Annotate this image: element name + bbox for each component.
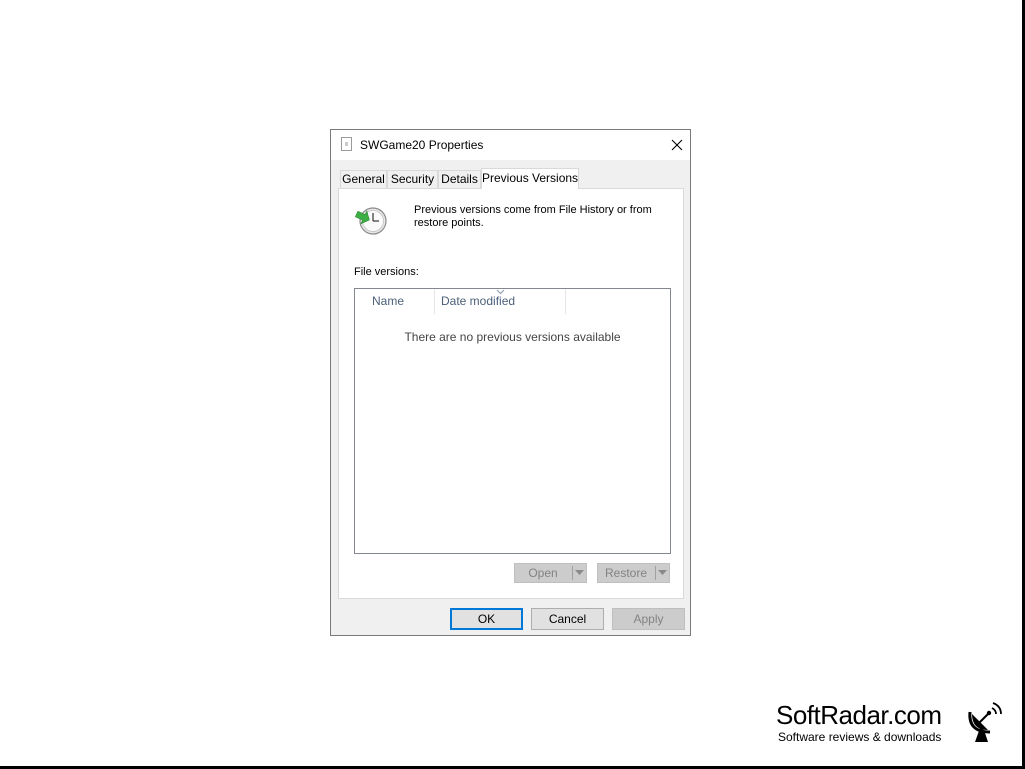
restore-button-label: Restore	[604, 566, 648, 580]
softradar-watermark: SoftRadar.com Software reviews & downloa…	[776, 700, 1006, 748]
sort-caret-icon	[496, 289, 505, 295]
watermark-name: SoftRadar.com	[776, 700, 942, 730]
split-divider	[655, 566, 656, 580]
tab-details[interactable]: Details	[438, 170, 481, 188]
tab-previous-versions[interactable]: Previous Versions	[481, 168, 579, 189]
close-icon	[671, 139, 683, 151]
previous-versions-panel: Previous versions come from File History…	[338, 188, 684, 599]
title-bar[interactable]: SWGame20 Properties	[331, 130, 690, 160]
column-header-name[interactable]: Name	[372, 289, 404, 314]
column-divider[interactable]	[565, 289, 566, 314]
watermark-tagline: Software reviews & downloads	[778, 730, 942, 744]
tab-strip: General Security Details Previous Versio…	[340, 168, 685, 189]
restore-button[interactable]: Restore	[597, 563, 670, 583]
empty-message: There are no previous versions available	[404, 330, 621, 344]
dropdown-arrow-icon[interactable]	[658, 570, 667, 576]
dropdown-arrow-icon[interactable]	[575, 570, 584, 576]
window-title: SWGame20 Properties	[360, 138, 484, 152]
file-versions-list[interactable]: Name Date modified There are no previous…	[354, 288, 671, 554]
open-button-label: Open	[528, 566, 558, 580]
ok-button[interactable]: OK	[450, 608, 523, 630]
satellite-dish-icon	[968, 702, 1002, 742]
open-button[interactable]: Open	[514, 563, 587, 583]
close-button[interactable]	[663, 132, 691, 158]
column-divider[interactable]	[434, 289, 435, 314]
apply-button[interactable]: Apply	[612, 608, 685, 630]
properties-dialog: SWGame20 Properties General Security Det…	[330, 129, 691, 636]
file-icon	[341, 137, 352, 151]
file-versions-label: File versions:	[354, 266, 419, 278]
tab-security[interactable]: Security	[387, 170, 438, 188]
split-divider	[572, 566, 573, 580]
info-text: Previous versions come from File History…	[414, 204, 652, 229]
cancel-button[interactable]: Cancel	[531, 608, 604, 630]
tab-general[interactable]: General	[340, 170, 387, 188]
restore-clock-icon	[354, 207, 387, 235]
